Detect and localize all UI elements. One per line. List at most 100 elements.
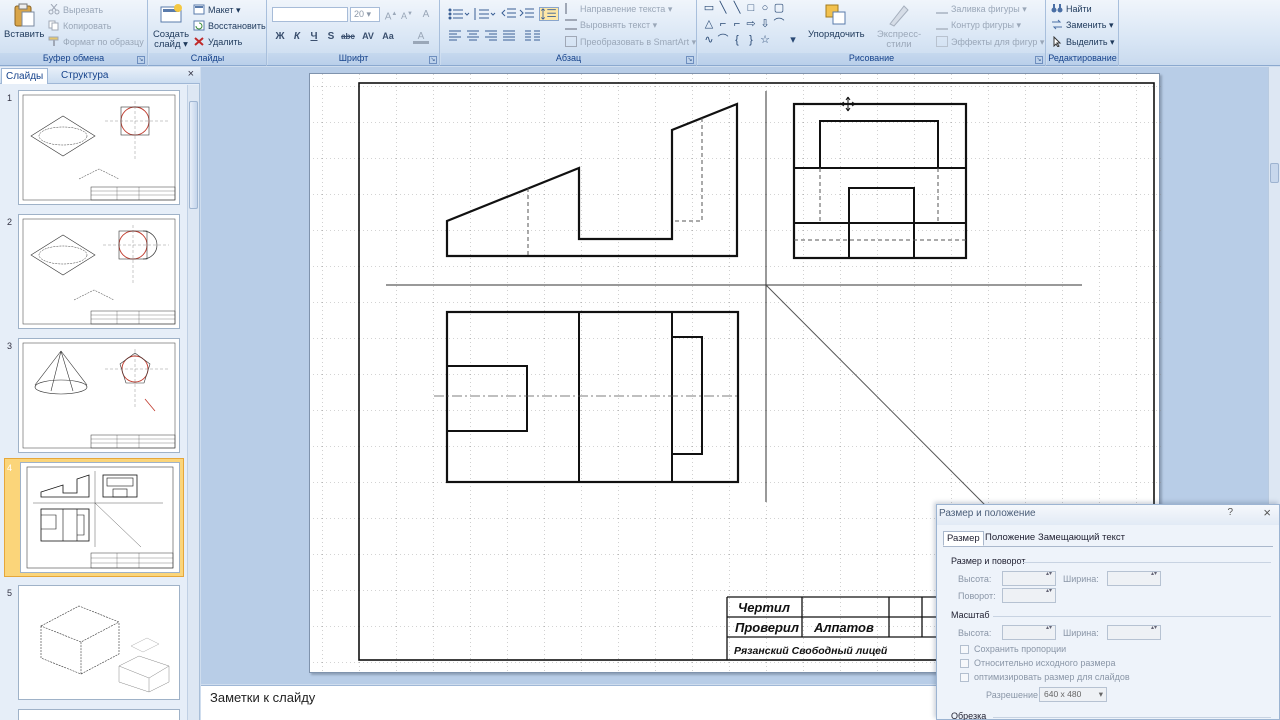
- help-icon[interactable]: ?: [1227, 507, 1233, 518]
- numbering-icon[interactable]: [473, 7, 497, 21]
- change-case-button[interactable]: Aa: [380, 29, 396, 44]
- shapes-gallery[interactable]: ▭ ╲ ╲ □ ○ ▢ △ ⌐ ⌐ ⇨ ⇩ ⌒ ∿ ⌒ { } ☆ ▾: [702, 2, 806, 50]
- paragraph-group-label: Абзац: [441, 53, 696, 65]
- justify-icon[interactable]: [501, 29, 517, 43]
- cut-button[interactable]: Вырезать: [48, 3, 103, 17]
- font-name-box[interactable]: [272, 7, 348, 22]
- bullets-icon[interactable]: [447, 7, 471, 21]
- find-button[interactable]: Найти: [1051, 2, 1092, 16]
- decrease-indent-icon[interactable]: [501, 7, 517, 21]
- bracket-left-shape-icon[interactable]: {: [730, 34, 744, 47]
- chevron-down-icon: ▾: [1098, 689, 1103, 699]
- drawing-launcher-icon[interactable]: ↘: [1035, 56, 1043, 64]
- slide-thumbnail-6[interactable]: [18, 709, 180, 720]
- arrow-right-shape-icon[interactable]: ⇨: [744, 18, 758, 31]
- scale-width-spinner[interactable]: [1107, 625, 1161, 640]
- elbow-shape-2-icon[interactable]: ⌐: [730, 18, 744, 31]
- font-size-box[interactable]: 20 ▾: [350, 7, 380, 22]
- resolution-select[interactable]: 640 x 480 ▾: [1039, 687, 1107, 702]
- line-shape-2-icon[interactable]: ╲: [730, 2, 744, 15]
- slides-panel: Слайды Структура × 1 2 3 4 5: [0, 67, 200, 720]
- align-center-icon[interactable]: [465, 29, 481, 43]
- clear-format-button[interactable]: A: [418, 7, 434, 22]
- tab-slides[interactable]: Слайды: [1, 68, 49, 84]
- columns-icon[interactable]: [523, 29, 545, 43]
- slide-thumbnail-1[interactable]: [18, 90, 180, 205]
- dialog-close-icon[interactable]: ×: [1263, 505, 1271, 520]
- rounded-rect-shape-icon[interactable]: ▢: [772, 2, 786, 15]
- increase-indent-icon[interactable]: [519, 7, 535, 21]
- copy-button[interactable]: Копировать: [48, 19, 111, 33]
- shape-fill-button[interactable]: Заливка фигуры ▾: [936, 2, 1027, 16]
- font-color-button[interactable]: A: [413, 29, 429, 44]
- relative-original-checkbox[interactable]: [960, 659, 969, 668]
- rectangle-shape-icon[interactable]: □: [744, 2, 758, 15]
- tab-alt-text[interactable]: Замещающий текст: [1035, 531, 1128, 546]
- curve-shape-icon[interactable]: ⌒: [772, 18, 786, 31]
- panel-close-icon[interactable]: ×: [188, 68, 194, 80]
- strike-button[interactable]: abc: [340, 29, 356, 44]
- slide-thumbnail-3[interactable]: [18, 338, 180, 453]
- shape-outline-button[interactable]: Контур фигуры ▾: [936, 18, 1021, 32]
- paste-button[interactable]: Вставить: [4, 2, 44, 40]
- oval-shape-icon[interactable]: ○: [758, 2, 772, 15]
- underline-button[interactable]: Ч: [306, 29, 322, 44]
- italic-button[interactable]: К: [289, 29, 305, 44]
- shrink-font-button[interactable]: A▼: [399, 7, 415, 22]
- replace-button[interactable]: Заменить ▾: [1051, 18, 1113, 32]
- spacing-button[interactable]: AV: [360, 29, 376, 44]
- text-direction-button[interactable]: Направление текста ▾: [565, 2, 672, 16]
- slide-1-preview: [22, 94, 176, 201]
- select-button[interactable]: Выделить ▾: [1051, 35, 1115, 49]
- bracket-right-shape-icon[interactable]: }: [744, 34, 758, 47]
- paragraph-launcher-icon[interactable]: ↘: [686, 56, 694, 64]
- text-box-shape-icon[interactable]: ▭: [702, 2, 716, 15]
- align-text-button[interactable]: Выровнять текст ▾: [565, 18, 657, 32]
- tab-size[interactable]: Размер: [943, 531, 984, 546]
- shape-effects-button[interactable]: Эффекты для фигур ▾: [936, 35, 1044, 49]
- rotation-spinner[interactable]: [1002, 588, 1056, 603]
- panel-scrollbar[interactable]: [187, 85, 199, 720]
- line-shape-icon[interactable]: ╲: [716, 2, 730, 15]
- lock-aspect-checkbox[interactable]: [960, 645, 969, 654]
- new-slide-button[interactable]: Создать слайд ▾: [151, 2, 191, 50]
- arc-shape-icon[interactable]: ⌒: [716, 34, 730, 47]
- quick-styles-button[interactable]: Экспресс-стили: [866, 2, 932, 50]
- tab-position[interactable]: Положение: [982, 531, 1038, 546]
- more-shapes-icon[interactable]: ▾: [786, 34, 800, 47]
- font-launcher-icon[interactable]: ↘: [429, 56, 437, 64]
- delete-slide-button[interactable]: Удалить: [193, 35, 242, 49]
- grow-font-button[interactable]: A▲: [383, 7, 399, 22]
- editing-group-label: Редактирование: [1047, 53, 1118, 65]
- scale-height-spinner[interactable]: [1002, 625, 1056, 640]
- height-spinner[interactable]: [1002, 571, 1056, 586]
- format-painter-button[interactable]: Формат по образцу: [48, 35, 144, 49]
- clipboard-launcher-icon[interactable]: ↘: [137, 56, 145, 64]
- connector-shape-icon[interactable]: △: [702, 18, 716, 31]
- main-scroll-thumb[interactable]: [1270, 163, 1279, 183]
- arrange-label: Упорядочить: [808, 29, 865, 40]
- replace-icon: [1052, 19, 1062, 30]
- elbow-shape-icon[interactable]: ⌐: [716, 18, 730, 31]
- smartart-button[interactable]: Преобразовать в SmartArt ▾: [565, 35, 696, 49]
- layout-button[interactable]: Макет ▾: [193, 3, 241, 17]
- bold-button[interactable]: Ж: [272, 29, 288, 44]
- editing-group: Найти Заменить ▾ Выделить ▾ Редактирован…: [1047, 0, 1119, 66]
- slide-thumbnail-5[interactable]: [18, 585, 180, 700]
- freeform-shape-icon[interactable]: ∿: [702, 34, 716, 47]
- panel-scroll-thumb[interactable]: [189, 101, 198, 209]
- width-spinner[interactable]: [1107, 571, 1161, 586]
- best-scale-label: оптимизировать размер для слайдов: [974, 672, 1130, 682]
- arrow-down-shape-icon[interactable]: ⇩: [758, 18, 772, 31]
- tab-outline[interactable]: Структура: [57, 68, 112, 84]
- best-scale-checkbox[interactable]: [960, 673, 969, 682]
- align-left-icon[interactable]: [447, 29, 463, 43]
- align-right-icon[interactable]: [483, 29, 499, 43]
- reset-button[interactable]: Восстановить: [193, 19, 266, 33]
- slide-thumbnail-2[interactable]: [18, 214, 180, 329]
- line-spacing-icon[interactable]: [539, 7, 559, 21]
- arrange-button[interactable]: Упорядочить: [808, 2, 865, 40]
- star-shape-icon[interactable]: ☆: [758, 34, 772, 47]
- slide-thumbnail-4[interactable]: [20, 462, 180, 573]
- shadow-button[interactable]: S: [323, 29, 339, 44]
